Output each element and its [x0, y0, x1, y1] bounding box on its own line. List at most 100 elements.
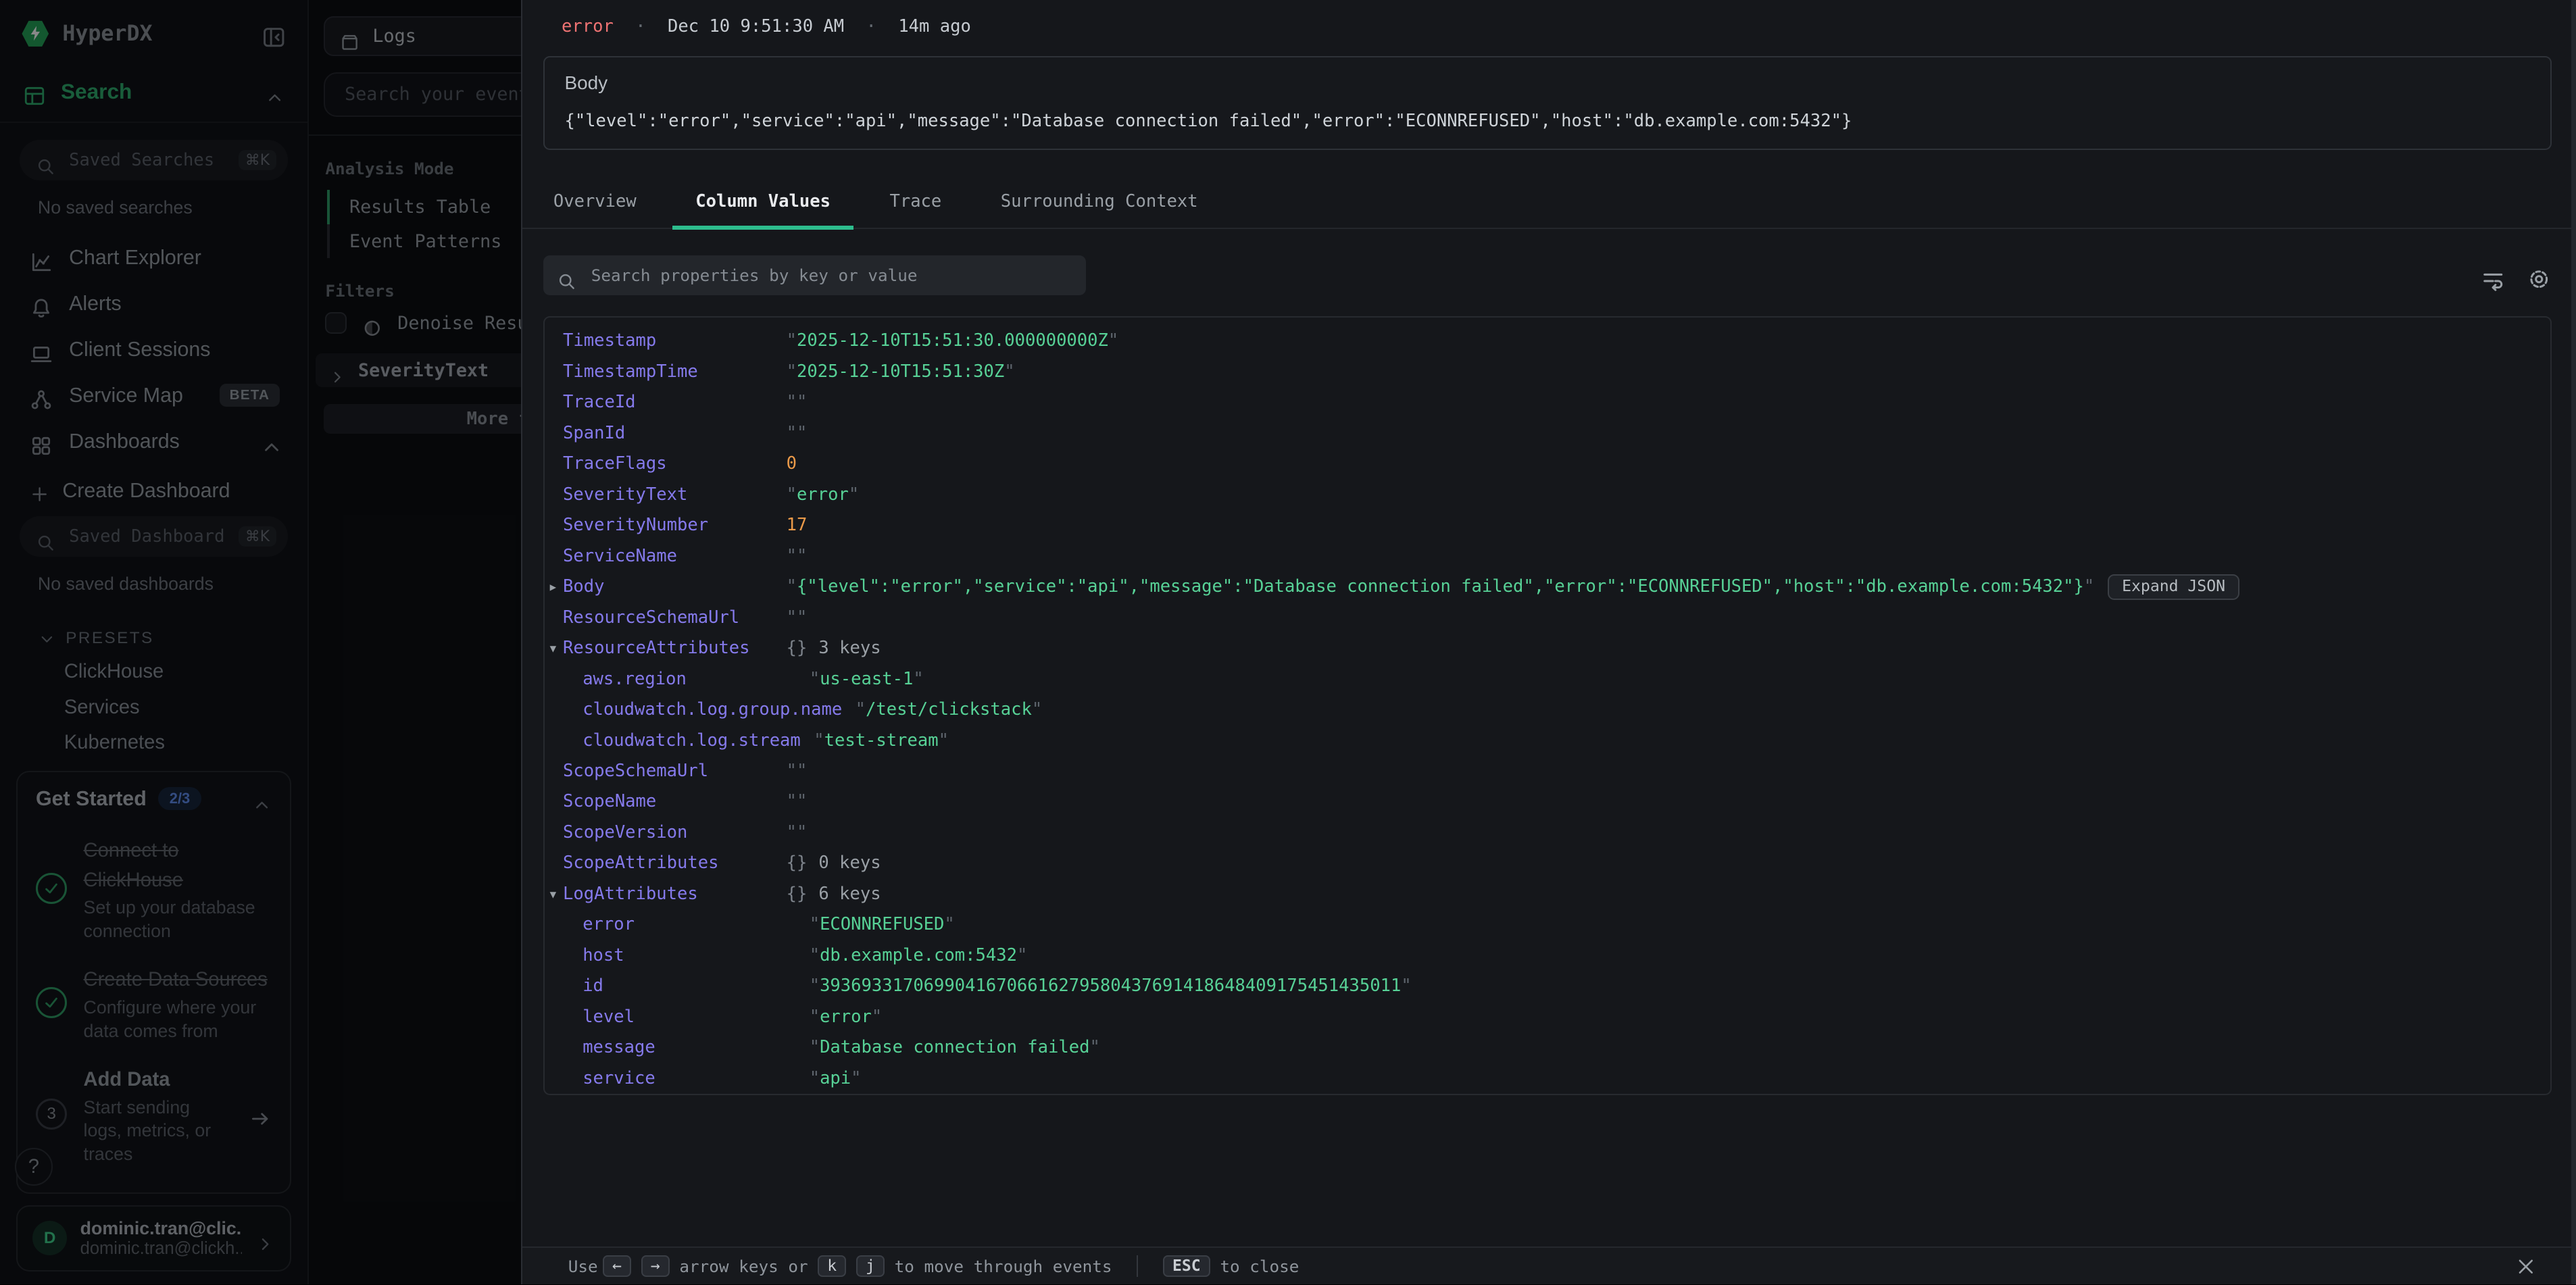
- body-card: Body {"level":"error","service":"api","m…: [543, 56, 2551, 150]
- property-key: ScopeSchemaUrl: [563, 756, 787, 786]
- footer-text: to close: [1220, 1257, 1299, 1276]
- property-key: ScopeAttributes: [563, 848, 787, 878]
- property-row-severitytext[interactable]: SeverityText"error": [545, 480, 2550, 510]
- property-row-cloudwatch-log-group-name[interactable]: cloudwatch.log.group.name"/test/clicksta…: [545, 695, 2550, 725]
- property-row-timestamptime[interactable]: TimestampTime"2025-12-10T15:51:30Z": [545, 357, 2550, 387]
- property-key: TimestampTime: [563, 357, 787, 387]
- close-icon[interactable]: [2515, 1255, 2537, 1277]
- property-row-logattributes[interactable]: ▼LogAttributes{}6 keys: [545, 879, 2550, 909]
- property-value: 0: [787, 449, 797, 479]
- kbd-j: j: [856, 1255, 885, 1277]
- property-key: cloudwatch.log.stream: [583, 726, 814, 756]
- tab-trace[interactable]: Trace: [866, 176, 964, 228]
- separator-dot: ·: [635, 16, 645, 36]
- footer-text: arrow keys or: [679, 1257, 808, 1276]
- kbd-esc: ESC: [1163, 1255, 1210, 1277]
- property-value: "": [787, 786, 808, 817]
- wrap-lines-icon[interactable]: [2481, 263, 2505, 287]
- property-key: ServiceName: [563, 541, 787, 572]
- property-row-spanid[interactable]: SpanId"": [545, 418, 2550, 449]
- property-row-severitynumber[interactable]: SeverityNumber17: [545, 510, 2550, 540]
- property-value: "db.example.com:5432": [810, 940, 1028, 971]
- gear-icon[interactable]: [2527, 263, 2551, 287]
- expander-expanded-icon[interactable]: ▼: [550, 879, 557, 909]
- property-value: "api": [810, 1063, 862, 1094]
- property-key: error: [583, 909, 810, 940]
- severity-label: error: [562, 16, 614, 36]
- expander-expanded-icon[interactable]: ▼: [550, 633, 557, 663]
- property-row-scopeschemaurl[interactable]: ScopeSchemaUrl"": [545, 756, 2550, 786]
- property-value: {}6 keys: [787, 879, 881, 909]
- property-row-scopename[interactable]: ScopeName"": [545, 786, 2550, 817]
- body-card-value: {"level":"error","service":"api","messag…: [564, 111, 2530, 131]
- property-key: ResourceSchemaUrl: [563, 603, 787, 633]
- kbd-k: k: [818, 1255, 846, 1277]
- property-row-error[interactable]: error"ECONNREFUSED": [545, 909, 2550, 940]
- app: HyperDX Search: [0, 0, 2576, 1284]
- property-value: "393693317069904167066162795804376914186…: [810, 971, 1412, 1001]
- property-value: "": [787, 387, 808, 418]
- expand-json-button[interactable]: Expand JSON: [2108, 574, 2240, 599]
- separator-dot: ·: [866, 16, 876, 36]
- property-value: "error": [787, 480, 860, 510]
- properties-search[interactable]: [543, 255, 1085, 295]
- property-row-scopeversion[interactable]: ScopeVersion"": [545, 817, 2550, 848]
- event-age: 14m ago: [898, 16, 971, 36]
- property-row-resourceattributes[interactable]: ▼ResourceAttributes{}3 keys: [545, 633, 2550, 663]
- property-value: "test-stream": [814, 726, 949, 756]
- tab-column-values[interactable]: Column Values: [672, 176, 853, 228]
- property-row-servicename[interactable]: ServiceName"": [545, 541, 2550, 572]
- property-row-resourceschemaurl[interactable]: ResourceSchemaUrl"": [545, 603, 2550, 633]
- property-key: host: [583, 940, 810, 971]
- property-key: LogAttributes: [563, 879, 787, 909]
- divider: [1137, 1255, 1138, 1277]
- property-value: "error": [810, 1002, 883, 1032]
- property-key: id: [583, 971, 810, 1001]
- property-value: "": [787, 817, 808, 848]
- property-key: ScopeName: [563, 786, 787, 817]
- scrollbar[interactable]: [2571, 0, 2576, 1284]
- property-value: "": [787, 603, 808, 633]
- property-value: {}0 keys: [787, 848, 881, 878]
- property-value: "": [787, 418, 808, 449]
- property-key: service: [583, 1063, 810, 1094]
- property-key: SeverityText: [563, 480, 787, 510]
- event-timestamp: Dec 10 9:51:30 AM: [668, 16, 844, 36]
- expander-collapsed-icon[interactable]: ▶: [550, 572, 557, 602]
- property-row-timestamp[interactable]: Timestamp"2025-12-10T15:51:30.000000000Z…: [545, 326, 2550, 356]
- tab-overview[interactable]: Overview: [530, 176, 660, 228]
- footer-bar: Use ← → arrow keys or k j to move throug…: [522, 1246, 2576, 1284]
- footer-text: Use: [568, 1257, 598, 1276]
- property-row-level[interactable]: level"error": [545, 1002, 2550, 1032]
- property-key: cloudwatch.log.group.name: [583, 695, 855, 725]
- properties-table: Timestamp"2025-12-10T15:51:30.000000000Z…: [543, 316, 2551, 1094]
- event-details-panel: error · Dec 10 9:51:30 AM · 14m ago Body…: [521, 0, 2576, 1284]
- properties-toolbar: [543, 255, 2551, 295]
- property-key: ResourceAttributes: [563, 633, 787, 663]
- property-key: SpanId: [563, 418, 787, 449]
- search-icon: [557, 266, 576, 285]
- property-row-body[interactable]: ▶Body"{"level":"error","service":"api","…: [545, 572, 2550, 602]
- property-key: SeverityNumber: [563, 510, 787, 540]
- property-row-cloudwatch-log-stream[interactable]: cloudwatch.log.stream"test-stream": [545, 726, 2550, 756]
- event-header: error · Dec 10 9:51:30 AM · 14m ago: [522, 0, 2576, 36]
- tab-surrounding-context[interactable]: Surrounding Context: [978, 176, 1221, 228]
- property-value: "": [787, 756, 808, 786]
- properties-search-input[interactable]: [588, 264, 1072, 287]
- property-value: 17: [787, 510, 808, 540]
- footer-text: to move through events: [895, 1257, 1112, 1276]
- property-value: "": [787, 541, 808, 572]
- property-key: message: [583, 1032, 810, 1063]
- property-row-traceflags[interactable]: TraceFlags0: [545, 449, 2550, 479]
- property-row-scopeattributes[interactable]: ScopeAttributes{}0 keys: [545, 848, 2550, 878]
- property-row-aws-region[interactable]: aws.region"us-east-1": [545, 664, 2550, 695]
- property-value: "2025-12-10T15:51:30Z": [787, 357, 1015, 387]
- property-row-service[interactable]: service"api": [545, 1063, 2550, 1094]
- property-row-host[interactable]: host"db.example.com:5432": [545, 940, 2550, 971]
- property-key: TraceId: [563, 387, 787, 418]
- property-row-message[interactable]: message"Database connection failed": [545, 1032, 2550, 1063]
- property-row-id[interactable]: id"3936933170699041670661627958043769141…: [545, 971, 2550, 1001]
- kbd-arrow-right: →: [641, 1255, 670, 1277]
- property-value: "{"level":"error","service":"api","messa…: [787, 572, 2095, 602]
- property-row-traceid[interactable]: TraceId"": [545, 387, 2550, 418]
